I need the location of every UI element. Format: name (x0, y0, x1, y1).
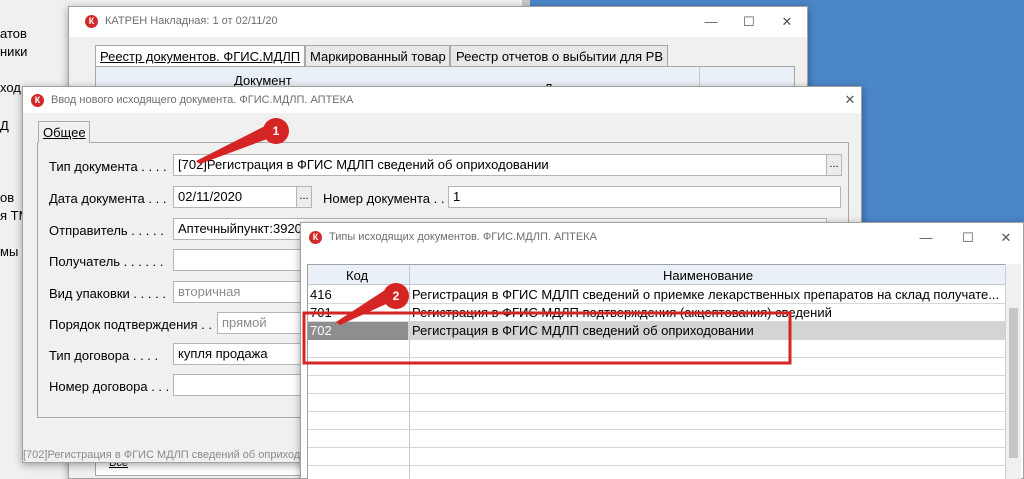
tab-markirovanny-tovar[interactable]: Маркированный товар (305, 45, 450, 67)
bg-text: Д (0, 118, 9, 133)
status-text: [702]Регистрация в ФГИС МДЛП сведений об… (23, 449, 337, 461)
tab-label: Общее (43, 125, 86, 140)
doc-date-field[interactable]: 02/11/2020 (173, 186, 297, 208)
row-code: 702 (308, 322, 408, 340)
close-button[interactable]: ✕ (772, 11, 802, 33)
table-row[interactable] (308, 358, 1006, 376)
minimize-button[interactable]: — (911, 227, 941, 249)
input-doc-title: Ввод нового исходящего документа. ФГИС.М… (51, 94, 354, 106)
table-row[interactable]: 701 Регистрация в ФГИС МДЛП подтверждени… (308, 304, 1006, 322)
doc-date-picker-button[interactable]: ... (296, 186, 312, 208)
tab-label: Маркированный товар (310, 49, 446, 64)
app-icon: К (85, 15, 98, 28)
app-icon: К (309, 231, 322, 244)
col-header-code[interactable]: Код (346, 268, 368, 283)
maximize-button[interactable]: ☐ (953, 227, 983, 249)
maximize-button[interactable]: ☐ (734, 11, 764, 33)
tab-obshee[interactable]: Общее (38, 121, 90, 143)
bg-text: ход (0, 80, 21, 95)
table-row[interactable] (308, 430, 1006, 448)
tab-label: Реестр документов. ФГИС.МДЛП (100, 49, 301, 64)
tab-label: Реестр отчетов о выбытии для РВ (456, 49, 664, 64)
types-window: К Типы исходящих документов. ФГИС.МДЛП. … (300, 222, 1024, 479)
nakladnaya-title: КАТРЕН Накладная: 1 от 02/11/20 (105, 15, 278, 27)
col-header-name[interactable]: Наименование (663, 268, 753, 283)
label-contract-type: Тип договора . . . . (49, 348, 159, 363)
label-doc-date: Дата документа . . . (49, 191, 167, 206)
row-name: Регистрация в ФГИС МДЛП подтверждения (а… (412, 305, 832, 320)
annotation-marker-2: 2 (383, 283, 409, 309)
scrollbar-thumb[interactable] (1009, 308, 1018, 458)
types-titlebar: К Типы исходящих документов. ФГИС.МДЛП. … (301, 223, 1023, 251)
annotation-marker-1: 1 (263, 118, 289, 144)
label-confirm-order: Порядок подтверждения . . (49, 317, 212, 332)
minimize-button[interactable]: — (696, 11, 726, 33)
table-row[interactable] (308, 448, 1006, 466)
receiver-field[interactable] (173, 249, 309, 271)
types-grid: Код Наименование 416 Регистрация в ФГИС … (307, 264, 1007, 479)
contract-type-field[interactable]: купля продажа (173, 343, 309, 365)
table-row[interactable] (308, 376, 1006, 394)
package-type-field[interactable]: вторичная (173, 281, 309, 303)
doc-number-field[interactable]: 1 (448, 186, 841, 208)
doc-type-select-button[interactable]: ... (826, 154, 842, 176)
close-button[interactable]: ✕ (835, 89, 865, 111)
close-button[interactable]: ✕ (991, 227, 1021, 249)
label-doc-type: Тип документа . . . . (49, 159, 167, 174)
vertical-scrollbar[interactable] (1005, 264, 1021, 479)
label-package-type: Вид упаковки . . . . . (49, 286, 166, 301)
table-row-selected[interactable]: 702 Регистрация в ФГИС МДЛП сведений об … (308, 322, 1006, 340)
row-name: Регистрация в ФГИС МДЛП сведений об опри… (412, 323, 754, 338)
tab-reestr-otchetov[interactable]: Реестр отчетов о выбытии для РВ (450, 45, 668, 67)
label-doc-number: Номер документа . . (323, 191, 445, 206)
grid-header (308, 265, 1006, 285)
contract-number-field[interactable] (173, 374, 309, 396)
bg-text: ов (0, 190, 15, 205)
row-name: Регистрация в ФГИС МДЛП сведений о прием… (412, 287, 1000, 302)
input-doc-titlebar: К Ввод нового исходящего документа. ФГИС… (23, 87, 861, 113)
label-receiver: Получатель . . . . . . (49, 254, 164, 269)
table-row[interactable]: 416 Регистрация в ФГИС МДЛП сведений о п… (308, 286, 1006, 304)
table-row[interactable] (308, 340, 1006, 358)
label-sender: Отправитель . . . . . (49, 223, 164, 238)
bg-text: атов (0, 26, 27, 41)
tab-reestr-dokumentov[interactable]: Реестр документов. ФГИС.МДЛП (95, 45, 305, 67)
bg-text: ники (0, 44, 28, 59)
table-row[interactable] (308, 394, 1006, 412)
nakladnaya-titlebar: К КАТРЕН Накладная: 1 от 02/11/20 — ☐ ✕ (69, 7, 807, 37)
types-title: Типы исходящих документов. ФГИС.МДЛП. АП… (329, 231, 597, 243)
confirm-order-field[interactable]: прямой (217, 312, 309, 334)
label-contract-number: Номер договора . . . (49, 379, 170, 394)
app-icon: К (31, 94, 44, 107)
table-row[interactable] (308, 412, 1006, 430)
doc-type-field[interactable]: [702]Регистрация в ФГИС МДЛП сведений об… (173, 154, 827, 176)
